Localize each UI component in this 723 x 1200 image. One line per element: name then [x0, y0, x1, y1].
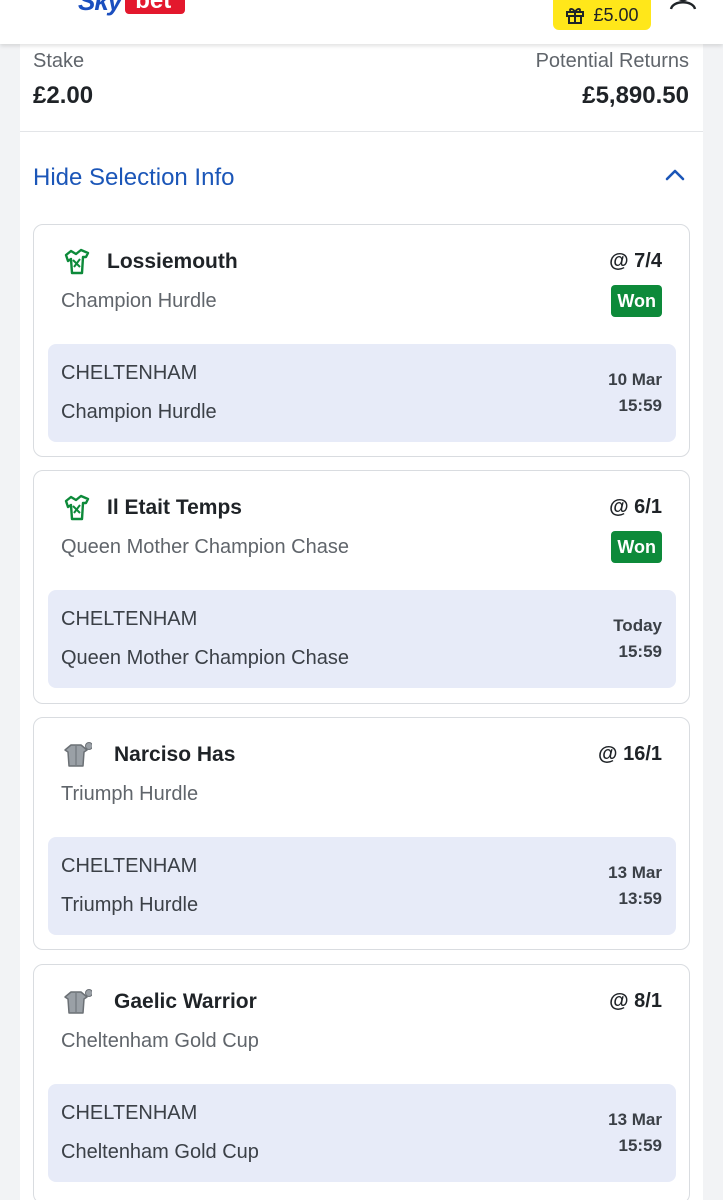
event-race-name: Cheltenham Gold Cup — [61, 1141, 259, 1163]
green-silk-icon — [64, 248, 90, 275]
skybet-logo[interactable]: Sky bet — [78, 0, 186, 16]
stake-label: Stake — [33, 50, 85, 72]
event-info-box[interactable]: CHELTENHAM Champion Hurdle 10 Mar 15:59 — [48, 344, 676, 442]
event-info-box[interactable]: CHELTENHAM Queen Mother Champion Chase T… — [48, 590, 676, 688]
won-badge: Won — [611, 531, 662, 563]
bonus-amount: £5.00 — [593, 4, 639, 25]
hide-selection-info-label: Hide Selection Info — [33, 164, 235, 191]
runner-name: Narciso Has — [114, 743, 236, 766]
hamburger-menu-button[interactable] — [0, 0, 40, 10]
chevron-up-icon — [665, 169, 685, 181]
logo-bet-text: bet — [125, 0, 186, 14]
bonus-balance-button[interactable]: £5.00 — [553, 0, 651, 30]
won-badge: Won — [611, 285, 662, 317]
event-time: 15:59 — [618, 642, 662, 661]
runner-name: Gaelic Warrior — [114, 990, 257, 1013]
bet-detail-panel: Stake £2.00 Potential Returns £5,890.50 … — [20, 44, 703, 1200]
event-time: 15:59 — [618, 1136, 662, 1155]
event-info-box[interactable]: CHELTENHAM Triumph Hurdle 13 Mar 13:59 — [48, 837, 676, 935]
race-name: Champion Hurdle — [61, 290, 217, 312]
event-race-name: Champion Hurdle — [61, 401, 217, 423]
green-silk-icon — [64, 494, 90, 521]
runner-name: Lossiemouth — [107, 250, 238, 273]
stake-value: £2.00 — [33, 82, 94, 109]
event-time: 13:59 — [618, 889, 662, 908]
potential-returns-value: £5,890.50 — [582, 82, 689, 109]
event-time: 15:59 — [618, 396, 662, 415]
event-race-name: Triumph Hurdle — [61, 894, 199, 916]
event-date: 13 Mar — [608, 863, 662, 882]
race-name: Queen Mother Champion Chase — [61, 536, 349, 558]
odds: @ 8/1 — [609, 990, 662, 1012]
selection-card: Lossiemouth Champion Hurdle @ 7/4 Won CH… — [33, 224, 690, 457]
odds: @ 7/4 — [609, 250, 662, 272]
event-info-box[interactable]: CHELTENHAM Cheltenham Gold Cup 13 Mar 15… — [48, 1084, 676, 1182]
runner-name: Il Etait Temps — [107, 496, 242, 519]
venue-name: CHELTENHAM — [61, 1102, 198, 1124]
event-date: Today — [613, 616, 662, 635]
event-race-name: Queen Mother Champion Chase — [61, 647, 349, 669]
race-name: Cheltenham Gold Cup — [61, 1030, 259, 1052]
selection-card: Narciso Has Triumph Hurdle @ 16/1 CHELTE… — [33, 717, 690, 950]
gift-icon — [566, 8, 585, 24]
odds: @ 16/1 — [598, 743, 662, 765]
selection-card: Gaelic Warrior Cheltenham Gold Cup @ 8/1… — [33, 964, 690, 1200]
venue-name: CHELTENHAM — [61, 855, 198, 877]
race-name: Triumph Hurdle — [61, 783, 199, 805]
stake-returns-row: Stake £2.00 Potential Returns £5,890.50 — [20, 44, 703, 132]
event-date: 13 Mar — [608, 1110, 662, 1129]
odds: @ 6/1 — [609, 496, 662, 518]
top-navigation-bar: Sky bet £5.00 — [0, 0, 723, 44]
venue-name: CHELTENHAM — [61, 608, 198, 630]
selection-card: Il Etait Temps Queen Mother Champion Cha… — [33, 470, 690, 704]
logo-sky-text: Sky — [78, 0, 122, 16]
potential-returns-label: Potential Returns — [535, 50, 689, 72]
grey-silk-icon — [64, 989, 92, 1014]
hide-selection-info-toggle[interactable]: Hide Selection Info — [20, 154, 703, 200]
user-icon[interactable] — [668, 0, 698, 10]
event-date: 10 Mar — [608, 370, 662, 389]
grey-silk-icon — [64, 742, 92, 767]
venue-name: CHELTENHAM — [61, 362, 198, 384]
